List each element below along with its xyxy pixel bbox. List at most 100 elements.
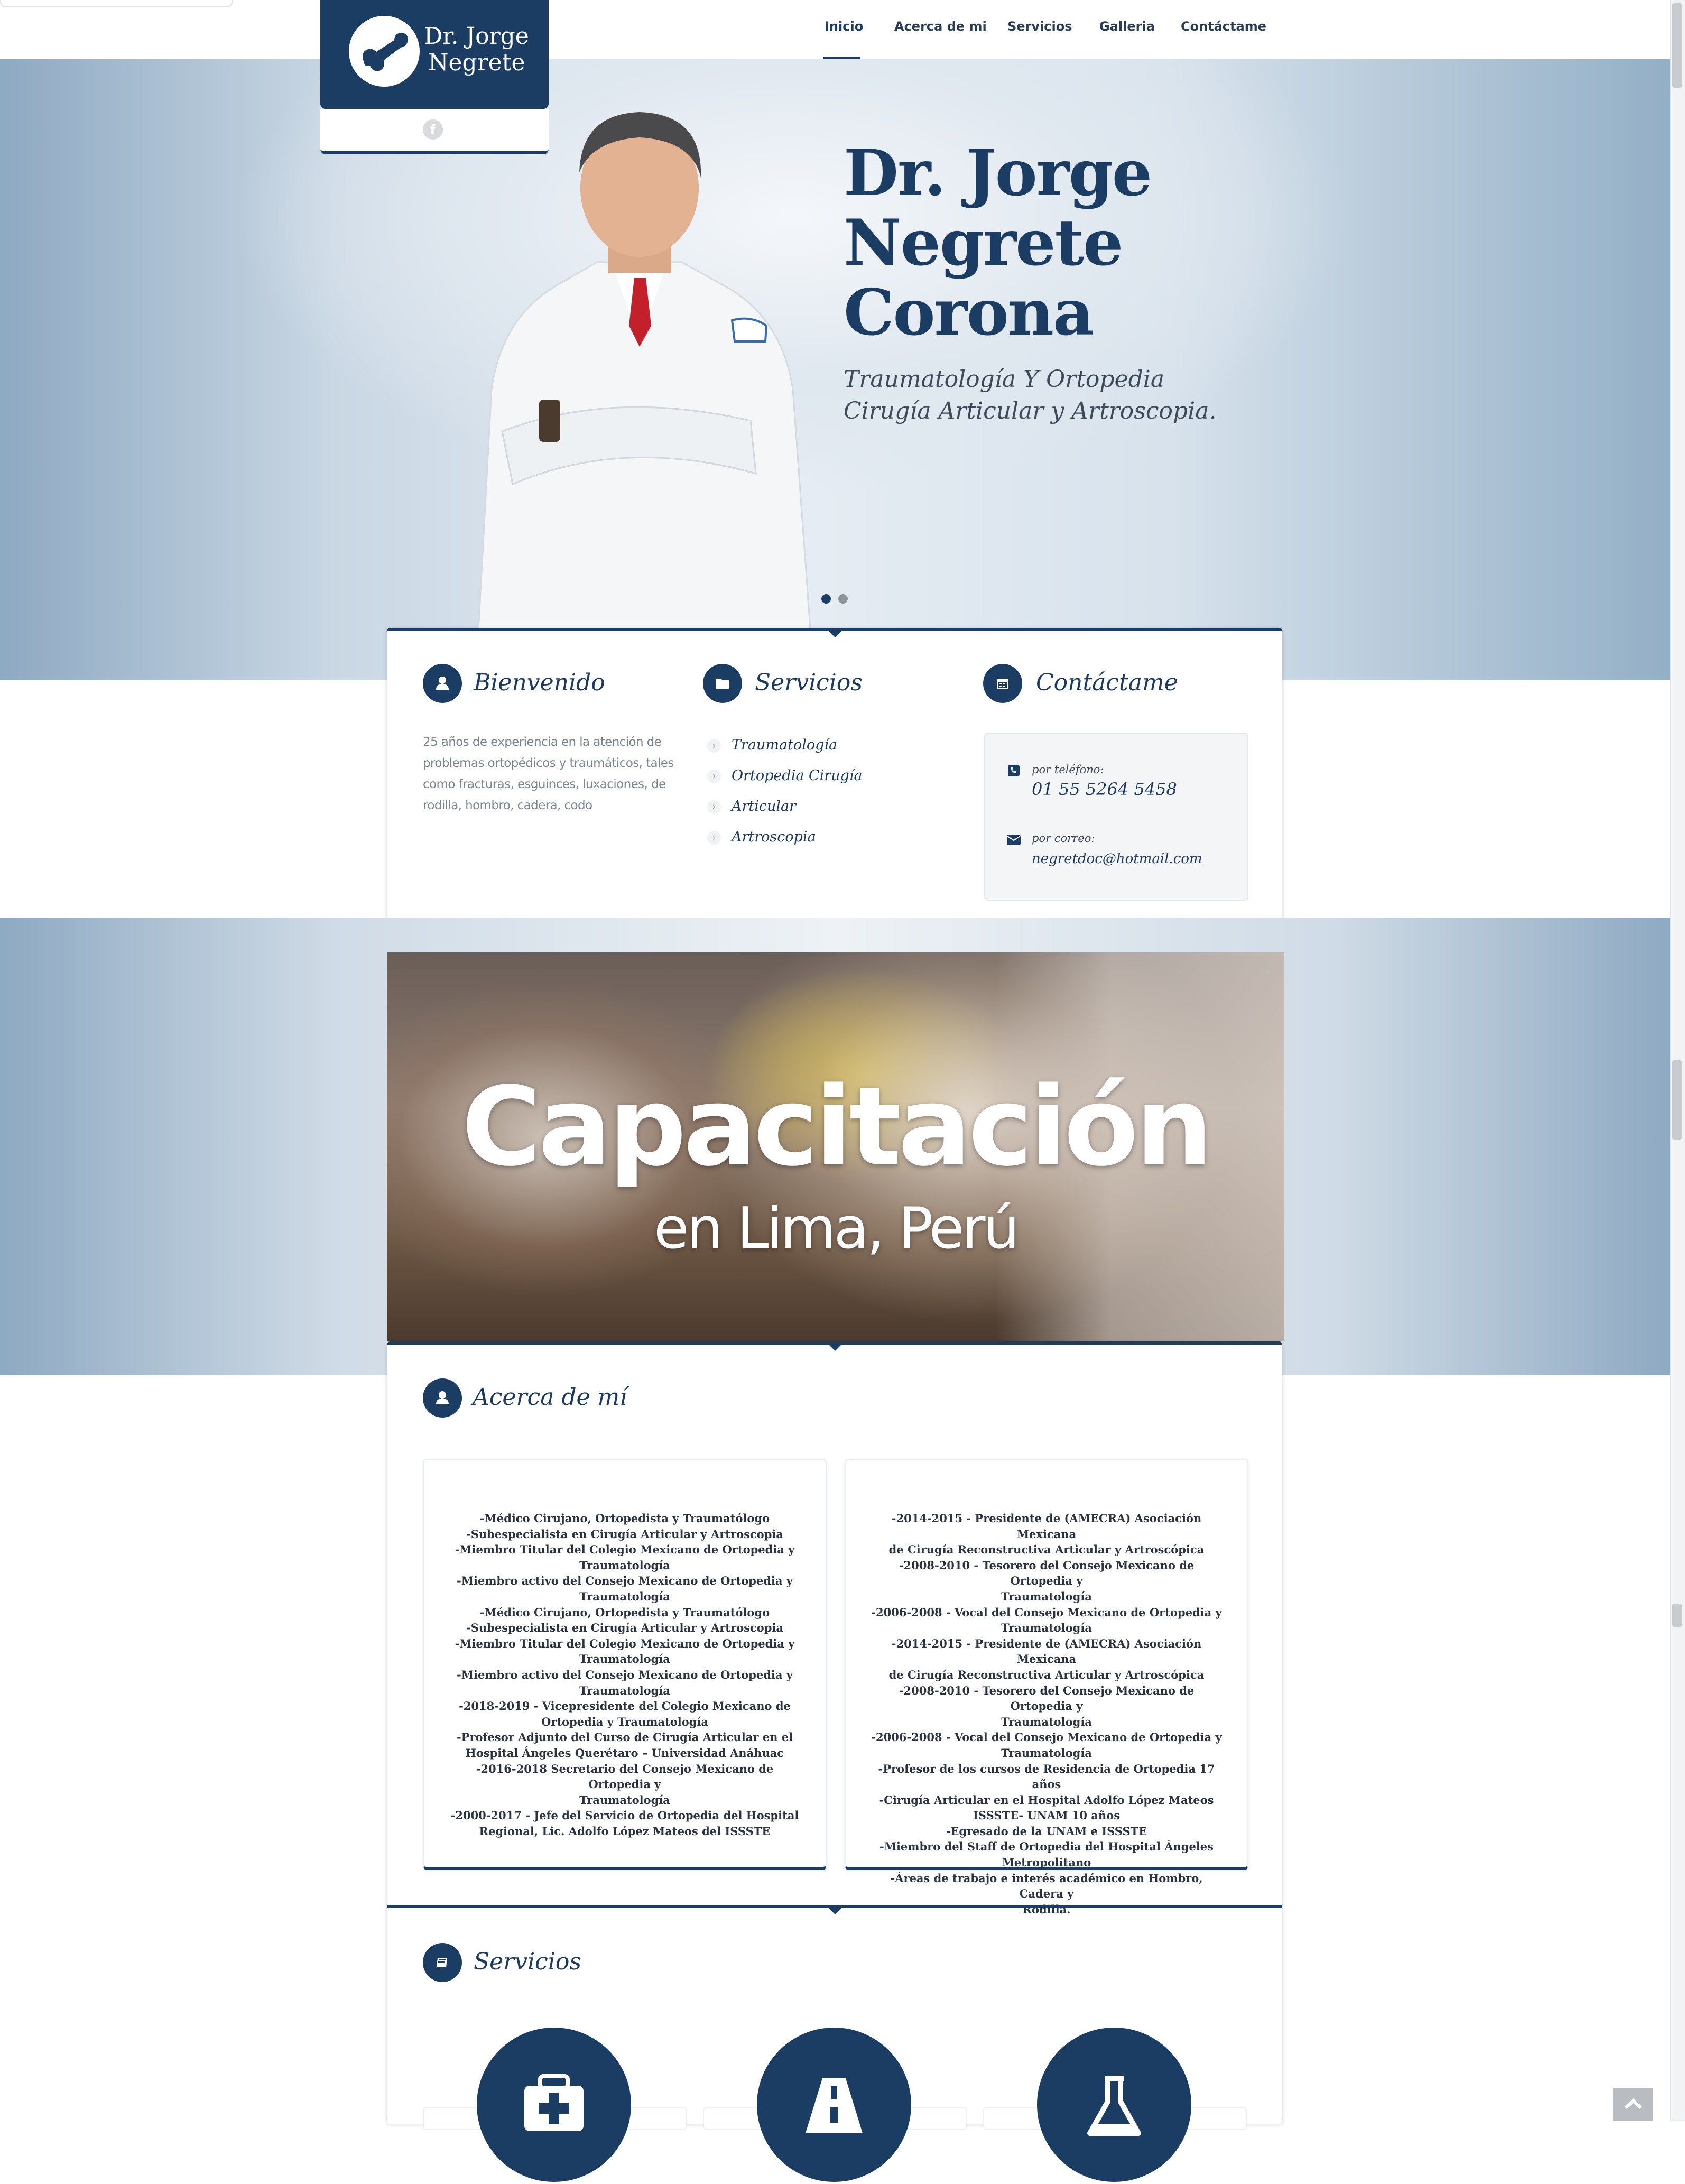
hero-name: Dr. Jorge Negrete Corona xyxy=(844,136,1152,350)
calendar-icon xyxy=(983,664,1022,703)
logo-text: Dr. Jorge Negrete xyxy=(424,23,529,76)
about-line: de Cirugía Reconstructiva Articular y Ar… xyxy=(888,1668,1205,1681)
banner-title: Capacitación xyxy=(461,1063,1213,1190)
about-line: Regional, Lic. Adolfo López Mateos del I… xyxy=(479,1824,771,1838)
slider-dot-2[interactable] xyxy=(838,594,848,604)
nav-item-galleria[interactable]: Galleria xyxy=(1099,19,1155,34)
hero-name-line-3: Corona xyxy=(844,275,1094,350)
nav-item-contactame[interactable]: Contáctame xyxy=(1181,19,1266,34)
about-line: -2016-2018 Secretario del Consejo Mexica… xyxy=(476,1762,774,1791)
hero-name-line-2: Negrete xyxy=(844,206,1123,280)
flask-icon xyxy=(1037,2028,1191,2182)
about-line: de Cirugía Reconstructiva Articular y Ar… xyxy=(888,1543,1205,1557)
service-link-traumatologia[interactable]: Traumatología xyxy=(732,737,837,753)
about-line: -Profesor de los cursos de Residencia de… xyxy=(878,1762,1215,1791)
about-line: Traumatología xyxy=(579,1793,670,1807)
services-pointer xyxy=(829,1908,841,1914)
about-line: -2018-2019 - Vicepresidente del Colegio … xyxy=(459,1699,791,1713)
about-list-right: -2014-2015 - Presidente de (AMECRA) Asoc… xyxy=(867,1511,1226,1917)
phone-number[interactable]: 01 55 5264 5458 xyxy=(1032,779,1177,799)
user-icon xyxy=(423,664,462,703)
phone-label: por teléfono: xyxy=(1032,763,1104,776)
about-line: Metropolitano xyxy=(1002,1856,1091,1870)
contact-title: Contáctame xyxy=(1036,669,1178,696)
about-line: -2008-2010 - Tesorero del Consejo Mexica… xyxy=(899,1683,1195,1713)
hero-name-line-1: Dr. Jorge xyxy=(844,136,1152,210)
about-line: -Áreas de trabajo e interés académico en… xyxy=(890,1871,1203,1901)
about-line: -Miembro del Staff de Ortopedia del Hosp… xyxy=(879,1840,1214,1854)
about-line: -Subespecialista en Cirugía Articular y … xyxy=(466,1527,783,1541)
about-line: -2014-2015 - Presidente de (AMECRA) Asoc… xyxy=(891,1636,1202,1666)
hero-slider xyxy=(0,59,1670,680)
welcome-title: Bienvenido xyxy=(474,669,605,696)
nav-item-acerca[interactable]: Acerca de mi xyxy=(894,19,987,34)
facebook-icon[interactable]: f xyxy=(423,119,443,140)
welcome-text: 25 años de experiencia en la atención de… xyxy=(423,735,674,812)
scrollbar-marker xyxy=(1672,1060,1682,1140)
nav-item-servicios[interactable]: Servicios xyxy=(1007,19,1072,34)
about-line: -Cirugía Articular en el Hospital Adolfo… xyxy=(879,1793,1214,1807)
browser-tab-chip xyxy=(0,0,233,7)
chevron-up-icon[interactable] xyxy=(1613,2088,1653,2121)
banner-subtitle: en Lima, Perú xyxy=(653,1196,1020,1262)
about-line: Ortopedia y Traumatología xyxy=(541,1715,709,1728)
about-line: -Profesor Adjunto del Curso de Cirugía A… xyxy=(456,1730,793,1744)
about-line: Hospital Ángeles Querétaro – Universidad… xyxy=(465,1746,784,1760)
about-line: -2000-2017 - Jefe del Servicio de Ortope… xyxy=(450,1809,799,1822)
user-icon xyxy=(423,1378,462,1418)
about-line: ISSSTE- UNAM 10 años xyxy=(973,1809,1121,1822)
about-line: -Médico Cirujano, Ortopedista y Traumató… xyxy=(479,1605,770,1619)
email-address[interactable]: negretdoc@hotmail.com xyxy=(1032,851,1202,867)
about-card-right: -2014-2015 - Presidente de (AMECRA) Asoc… xyxy=(845,1459,1248,1916)
nav-item-inicio[interactable]: Inicio xyxy=(825,19,863,34)
service-link-artroscopia[interactable]: Artroscopia xyxy=(732,829,816,845)
about-list-left: -Médico Cirujano, Ortopedista y Traumató… xyxy=(445,1511,804,1839)
about-line: Traumatología xyxy=(1001,1715,1092,1728)
about-line: -Médico Cirujano, Ortopedista y Traumató… xyxy=(479,1512,770,1525)
slider-dot-1[interactable] xyxy=(821,594,831,604)
logo-line-1: Dr. Jorge xyxy=(424,23,529,50)
folder-icon xyxy=(703,664,742,703)
hero-subtitle: Traumatología Y Ortopedia Cirugía Articu… xyxy=(844,366,1217,424)
service-link-articular[interactable]: Articular xyxy=(732,798,796,815)
about-line: Traumatología xyxy=(579,1652,670,1666)
about-line: Traumatología xyxy=(579,1558,670,1572)
doctor-photo xyxy=(475,112,815,680)
about-line: Traumatología xyxy=(1001,1746,1092,1760)
chevron-right-icon: › xyxy=(707,831,721,845)
about-line: Traumatología xyxy=(1001,1621,1092,1635)
about-line: -Miembro activo del Consejo Mexicano de … xyxy=(457,1574,793,1588)
about-line: Traumatología xyxy=(579,1589,670,1603)
about-line: -Miembro activo del Consejo Mexicano de … xyxy=(457,1668,793,1681)
service-link-ortopedia[interactable]: Ortopedia Cirugía xyxy=(732,767,863,784)
email-label: por correo: xyxy=(1032,832,1095,845)
about-line: -Miembro Titular del Colegio Mexicano de… xyxy=(455,1543,795,1557)
services-box-title: Servicios xyxy=(755,669,863,696)
chevron-right-icon: › xyxy=(707,800,721,814)
book-icon xyxy=(423,1943,462,1982)
about-line: -2008-2010 - Tesorero del Consejo Mexica… xyxy=(899,1558,1195,1588)
about-line: Traumatología xyxy=(1001,1589,1092,1603)
road-icon xyxy=(757,2028,911,2182)
logo-bone-icon xyxy=(349,16,420,87)
about-line: -Miembro Titular del Colegio Mexicano de… xyxy=(455,1636,795,1650)
panel-pointer xyxy=(829,631,841,637)
medical-kit-icon xyxy=(477,2028,631,2182)
scrollbar-thumb[interactable] xyxy=(1672,3,1682,88)
about-line: -Subespecialista en Cirugía Articular y … xyxy=(466,1621,783,1635)
about-line: Traumatología xyxy=(579,1683,670,1697)
chevron-right-icon: › xyxy=(707,739,721,753)
about-card-left: -Médico Cirujano, Ortopedista y Traumató… xyxy=(423,1459,827,1870)
about-line: -2006-2008 - Vocal del Consejo Mexicano … xyxy=(871,1730,1222,1744)
training-banner: Capacitación en Lima, Perú xyxy=(387,952,1284,1341)
scrollbar-marker xyxy=(1672,1604,1682,1627)
envelope-icon xyxy=(1006,834,1021,846)
about-line: -Egresado de la UNAM e ISSSTE xyxy=(946,1824,1147,1838)
services-section-title: Servicios xyxy=(474,1948,581,1975)
phone-icon xyxy=(1007,764,1020,777)
about-panel-pointer xyxy=(829,1345,841,1351)
chevron-right-icon: › xyxy=(707,770,721,783)
logo-line-2: Negrete xyxy=(428,49,525,76)
contact-box xyxy=(984,733,1248,901)
about-line: -2014-2015 - Presidente de (AMECRA) Asoc… xyxy=(891,1512,1202,1541)
